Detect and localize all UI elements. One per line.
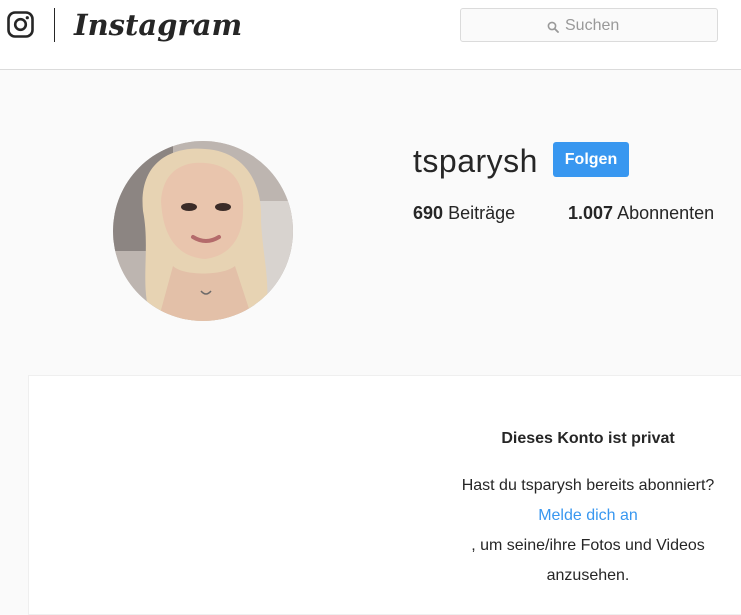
profile-username: tsparysh xyxy=(413,143,538,179)
posts-count: 690 xyxy=(413,203,444,223)
private-title: Dieses Konto ist privat xyxy=(501,430,675,447)
logo-divider xyxy=(54,8,55,42)
search-placeholder: Suchen xyxy=(565,17,620,34)
stat-posts: 690 Beiträge xyxy=(413,202,515,224)
private-hint-line: , um seine/ihre Fotos und Videos xyxy=(471,537,705,554)
login-link[interactable]: Melde dich an xyxy=(438,501,738,531)
search-input[interactable]: Suchen xyxy=(460,8,718,42)
top-navigation-bar: Instagram Suchen xyxy=(0,0,741,70)
private-hint-line-end: anzusehen. xyxy=(546,567,630,584)
search-icon xyxy=(547,20,559,33)
followers-count: 1.007 xyxy=(568,203,614,223)
stat-followers[interactable]: 1.007 Abonnenten xyxy=(568,202,714,224)
followers-label: Abonnenten xyxy=(617,203,715,223)
private-body: Hast du tsparysh bereits abonniert? Meld… xyxy=(438,471,738,591)
profile-avatar[interactable] xyxy=(113,141,293,321)
private-question: Hast du tsparysh bereits abonniert? xyxy=(461,477,715,494)
follow-button[interactable]: Folgen xyxy=(553,142,629,177)
posts-label: Beiträge xyxy=(448,203,516,223)
instagram-wordmark-logo[interactable]: Instagram xyxy=(74,4,242,46)
instagram-glyph-icon[interactable] xyxy=(7,11,34,38)
private-account-message: Dieses Konto ist privat Hast du tsparysh… xyxy=(438,415,738,591)
